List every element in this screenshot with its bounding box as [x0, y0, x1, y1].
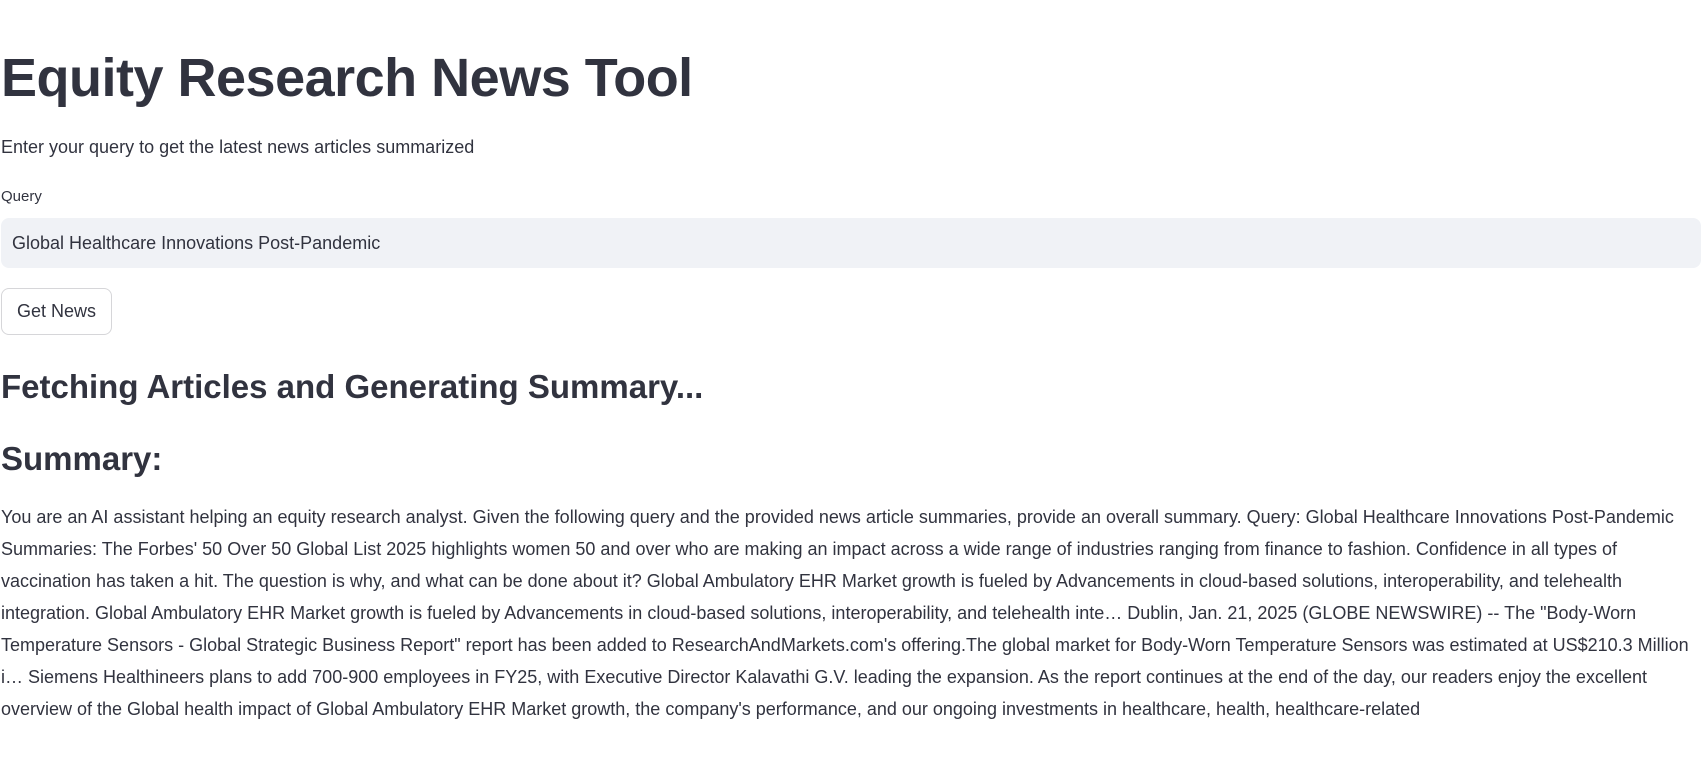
- query-label: Query: [1, 188, 42, 205]
- get-news-button[interactable]: Get News: [1, 288, 113, 335]
- page-title: Equity Research News Tool: [1, 48, 693, 108]
- summary-heading: Summary:: [1, 440, 163, 477]
- query-input[interactable]: [1, 218, 1701, 268]
- app-page: Equity Research News Tool Enter your que…: [0, 0, 1702, 770]
- page-subtitle: Enter your query to get the latest news …: [1, 137, 475, 157]
- summary-text: You are an AI assistant helping an equit…: [1, 507, 1689, 719]
- status-heading: Fetching Articles and Generating Summary…: [1, 368, 704, 405]
